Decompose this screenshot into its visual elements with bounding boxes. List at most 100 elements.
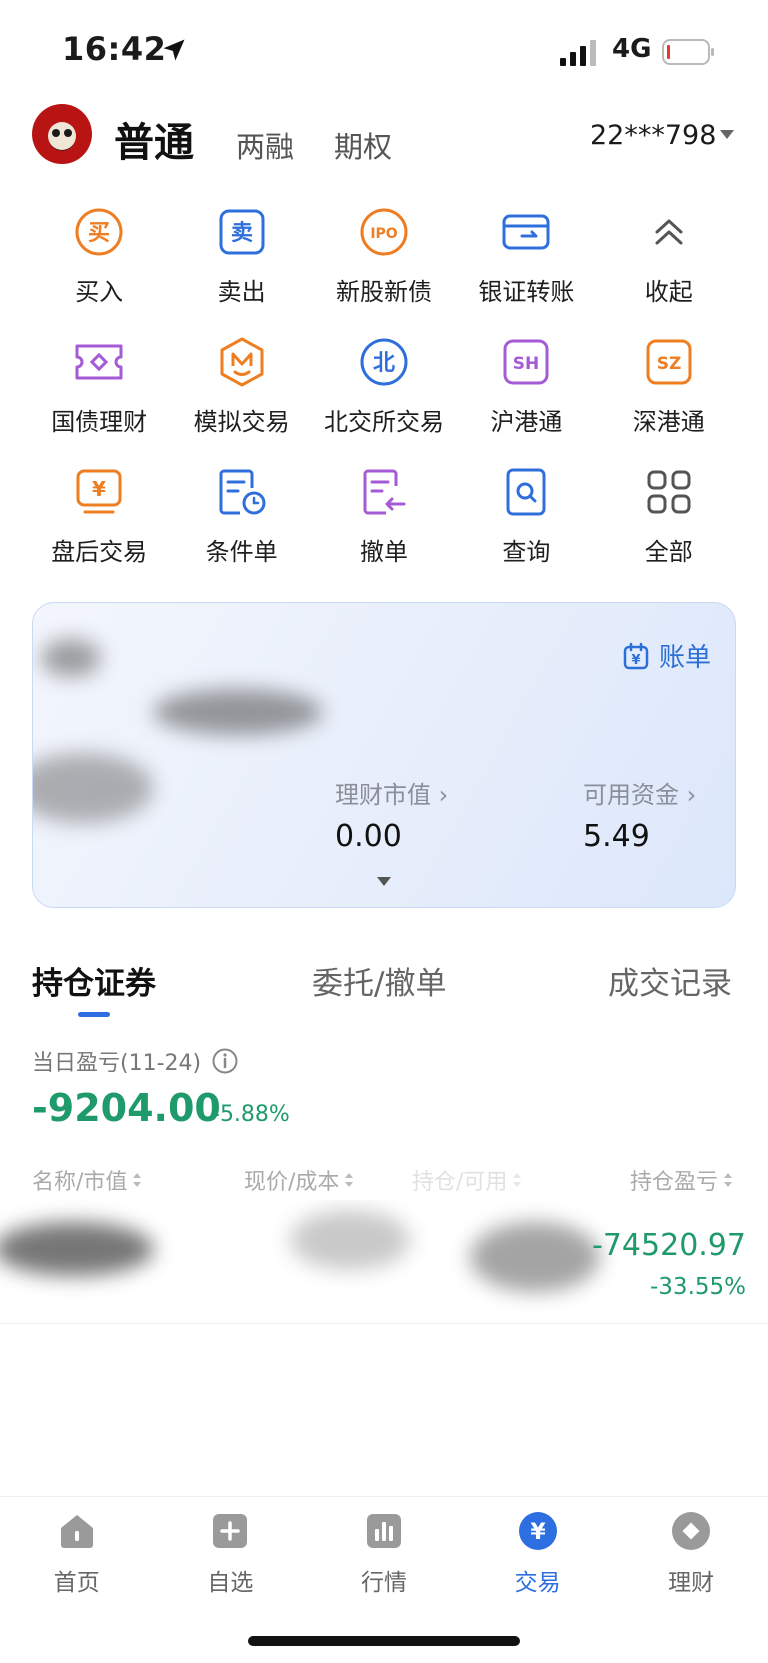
sell-glyph: 卖 (231, 220, 253, 246)
calendar-yen-icon: ¥ (623, 642, 649, 669)
quick-action-conditional-order[interactable]: 条件单 (170, 460, 312, 590)
daily-pnl-label: 当日盈亏(11-24) (32, 1045, 239, 1077)
query-icon (498, 464, 554, 520)
bill-label: 账单 (658, 643, 711, 673)
nav-market[interactable]: 行情 (307, 1497, 461, 1626)
daily-pnl-label-text: 当日盈亏(11-24) (32, 1051, 202, 1076)
quick-action-label: 深港通 (632, 408, 705, 436)
nav-label: 自选 (207, 1570, 254, 1596)
redacted-blur (0, 1222, 154, 1276)
column-label: 持仓盈亏 (630, 1170, 719, 1195)
transfer-icon (498, 204, 554, 260)
redacted-blur (153, 689, 323, 735)
battery-low-icon (662, 39, 714, 65)
account-summary-card: ¥ 账单 理财市值 › 0.00 可用资金 › 5.49 (32, 602, 736, 908)
bottom-navigation: 首页 自选 行情 ¥ 交易 理财 (0, 1496, 768, 1626)
column-label: 现价/成本 (244, 1170, 340, 1195)
sort-icon (133, 1173, 142, 1187)
column-holding-available[interactable]: 持仓/可用 (412, 1164, 523, 1196)
holding-row[interactable]: -74520.97 -33.55% (0, 1200, 768, 1324)
nav-label: 首页 (53, 1570, 100, 1596)
header: 普通 两融 期权 22***798 (0, 100, 768, 180)
home-indicator[interactable] (248, 1636, 520, 1646)
available-funds-label[interactable]: 可用资金 › (583, 775, 696, 810)
quick-action-simulate[interactable]: 模拟交易 (170, 330, 312, 460)
quick-action-buy[interactable]: 买 买入 (28, 200, 170, 330)
sz-glyph: SZ (656, 354, 681, 374)
avatar[interactable] (32, 104, 92, 164)
info-icon[interactable] (211, 1047, 239, 1075)
sort-icon (513, 1173, 522, 1187)
quick-action-label: 北交所交易 (323, 408, 444, 436)
trade-icon: ¥ (518, 1511, 558, 1551)
cancel-order-icon (356, 464, 412, 520)
tab-options[interactable]: 期权 (334, 124, 392, 166)
quick-action-transfer[interactable]: 银证转账 (455, 200, 597, 330)
tab-margin[interactable]: 两融 (236, 124, 294, 166)
wealth-market-value-label[interactable]: 理财市值 › (335, 775, 448, 810)
quick-action-label: 国债理财 (51, 408, 148, 436)
after-hours-icon: ¥ (71, 464, 127, 520)
redacted-blur (33, 753, 153, 823)
expand-caret-icon[interactable] (377, 877, 391, 886)
account-dropdown-icon[interactable] (720, 130, 734, 139)
quick-action-label: 新股新债 (335, 278, 432, 306)
tab-orders[interactable]: 委托/撤单 (312, 958, 446, 1003)
nav-home[interactable]: 首页 (0, 1497, 154, 1626)
sort-icon (724, 1173, 733, 1187)
quick-action-cancel-order[interactable]: 撤单 (313, 460, 455, 590)
quick-action-label: 银证转账 (478, 278, 575, 306)
daily-pnl-value: -9204.00 (32, 1086, 221, 1130)
quick-action-label: 条件单 (205, 538, 278, 566)
buy-icon: 买 (71, 204, 127, 260)
tab-holdings[interactable]: 持仓证券 (32, 958, 156, 1003)
quick-action-label: 卖出 (217, 278, 266, 306)
calendar-yen-glyph: ¥ (631, 653, 640, 668)
quick-action-sz-hk[interactable]: SZ 深港通 (598, 330, 740, 460)
quick-action-label: 模拟交易 (193, 408, 290, 436)
quick-action-label: 撤单 (359, 538, 408, 566)
quick-action-label: 沪港通 (490, 408, 563, 436)
sh-glyph: SH (513, 354, 539, 374)
after-hours-glyph: ¥ (92, 477, 106, 501)
sz-hk-icon: SZ (641, 334, 697, 390)
quick-action-bse[interactable]: 北 北交所交易 (313, 330, 455, 460)
nav-watchlist[interactable]: 自选 (154, 1497, 308, 1626)
bill-button[interactable]: ¥ 账单 (621, 637, 711, 674)
column-holding-pnl[interactable]: 持仓盈亏 (630, 1164, 734, 1196)
status-bar: 16:42 4G (0, 0, 768, 100)
sort-icon (345, 1173, 354, 1187)
quick-action-label: 买入 (75, 278, 124, 306)
all-grid-icon (641, 464, 697, 520)
quick-action-label: 收起 (644, 278, 693, 306)
quick-action-collapse[interactable]: 收起 (598, 200, 740, 330)
tab-trades[interactable]: 成交记录 (608, 958, 732, 1003)
nav-wealth[interactable]: 理财 (614, 1497, 768, 1626)
quick-action-ipo[interactable]: IPO 新股新债 (313, 200, 455, 330)
location-arrow-icon (163, 39, 185, 61)
column-name-value[interactable]: 名称/市值 (32, 1164, 143, 1196)
quick-action-bond[interactable]: 国债理财 (28, 330, 170, 460)
nav-label: 理财 (668, 1570, 715, 1596)
cellular-signal-icon (560, 40, 596, 66)
column-price-cost[interactable]: 现价/成本 (244, 1164, 355, 1196)
ipo-glyph: IPO (370, 226, 397, 242)
holding-pnl-value: -74520.97 (592, 1228, 746, 1263)
ipo-icon: IPO (356, 204, 412, 260)
wealth-market-value: 0.00 (335, 819, 402, 854)
quick-action-query[interactable]: 查询 (455, 460, 597, 590)
bse-glyph: 北 (373, 351, 395, 376)
account-number[interactable]: 22***798 (590, 120, 716, 151)
status-time: 16:42 (62, 30, 167, 68)
quick-action-all[interactable]: 全部 (598, 460, 740, 590)
quick-action-sh-hk[interactable]: SH 沪港通 (455, 330, 597, 460)
simulate-icon (214, 334, 270, 390)
holding-pnl-percent: -33.55% (650, 1274, 746, 1300)
tab-normal[interactable]: 普通 (114, 110, 194, 168)
bond-icon (71, 334, 127, 390)
position-tabs: 持仓证券 委托/撤单 成交记录 (0, 958, 768, 1028)
quick-action-after-hours[interactable]: ¥ 盘后交易 (28, 460, 170, 590)
quick-action-sell[interactable]: 卖 卖出 (170, 200, 312, 330)
nav-trade[interactable]: ¥ 交易 (461, 1497, 615, 1626)
redacted-blur (41, 639, 101, 677)
